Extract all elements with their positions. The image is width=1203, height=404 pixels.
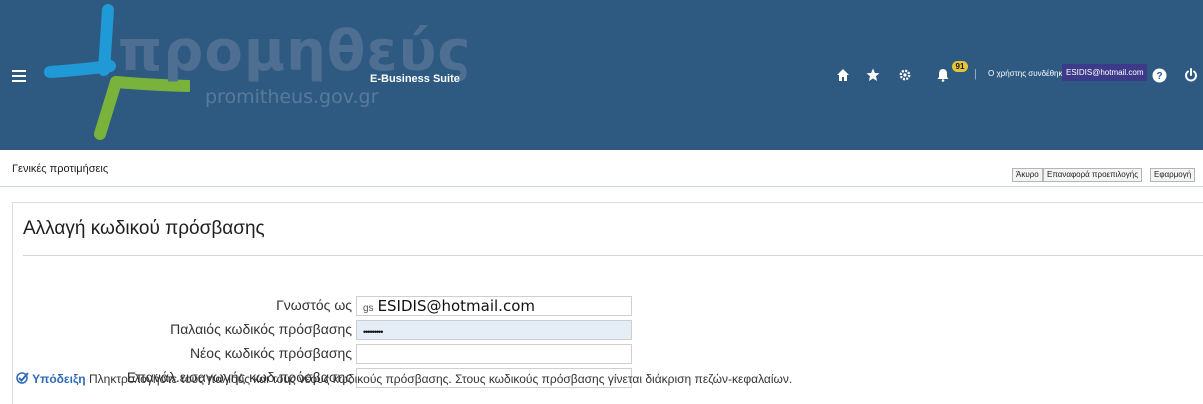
old-password-label: Παλαιός κωδικός πρόσβασης	[170, 321, 352, 337]
old-password-value: •••••••••	[363, 327, 383, 337]
logo-subtitle: promitheus.gov.gr	[205, 86, 379, 108]
known-as-field: gs ESIDIS@hotmail.com	[356, 296, 632, 316]
new-password-label: Νέος κωδικός πρόσβασης	[189, 345, 352, 361]
cancel-button[interactable]: Άκυρο	[1012, 168, 1043, 182]
known-as-label: Γνωστός ως	[276, 297, 352, 313]
new-password-field[interactable]	[356, 344, 632, 364]
home-icon[interactable]	[832, 64, 854, 86]
menu-icon[interactable]	[12, 70, 26, 82]
help-icon[interactable]: ?	[1148, 64, 1170, 86]
apply-button[interactable]: Εφαρμογή	[1150, 168, 1196, 182]
reset-default-button[interactable]: Επαναφορά προεπιλογής	[1043, 168, 1143, 182]
user-email[interactable]: ESIDIS@hotmail.com	[1062, 64, 1148, 81]
bell-icon[interactable]	[932, 64, 954, 86]
hint-label: Υπόδειξη	[32, 372, 86, 386]
gear-icon[interactable]	[894, 64, 916, 86]
power-icon[interactable]	[1180, 64, 1202, 86]
divider	[23, 255, 1203, 256]
checkmark-icon	[16, 372, 32, 386]
separator: |	[974, 68, 977, 80]
svg-text:?: ?	[1156, 71, 1162, 82]
app-header: προμηθεύς promitheus.gov.gr E-Business S…	[0, 0, 1203, 150]
section-title: Αλλαγή κωδικού πρόσβασης	[23, 218, 265, 239]
notification-badge: 91	[952, 61, 968, 72]
known-as-prefix: gs	[363, 303, 374, 314]
page-title: Γενικές προτιμήσεις	[12, 163, 109, 175]
user-label: Ο χρήστης συνδέθηκε	[988, 69, 1067, 78]
star-icon[interactable]	[862, 64, 884, 86]
known-as-value: ESIDIS@hotmail.com	[377, 297, 535, 315]
hint-row: Υπόδειξη Πληκτρολογήστε τους παλιούς και…	[16, 372, 792, 386]
old-password-field[interactable]: •••••••••	[356, 320, 632, 340]
suite-name: E-Business Suite	[370, 73, 460, 85]
hint-text: Πληκτρολογήστε τους παλιούς και τους νέο…	[85, 372, 793, 386]
